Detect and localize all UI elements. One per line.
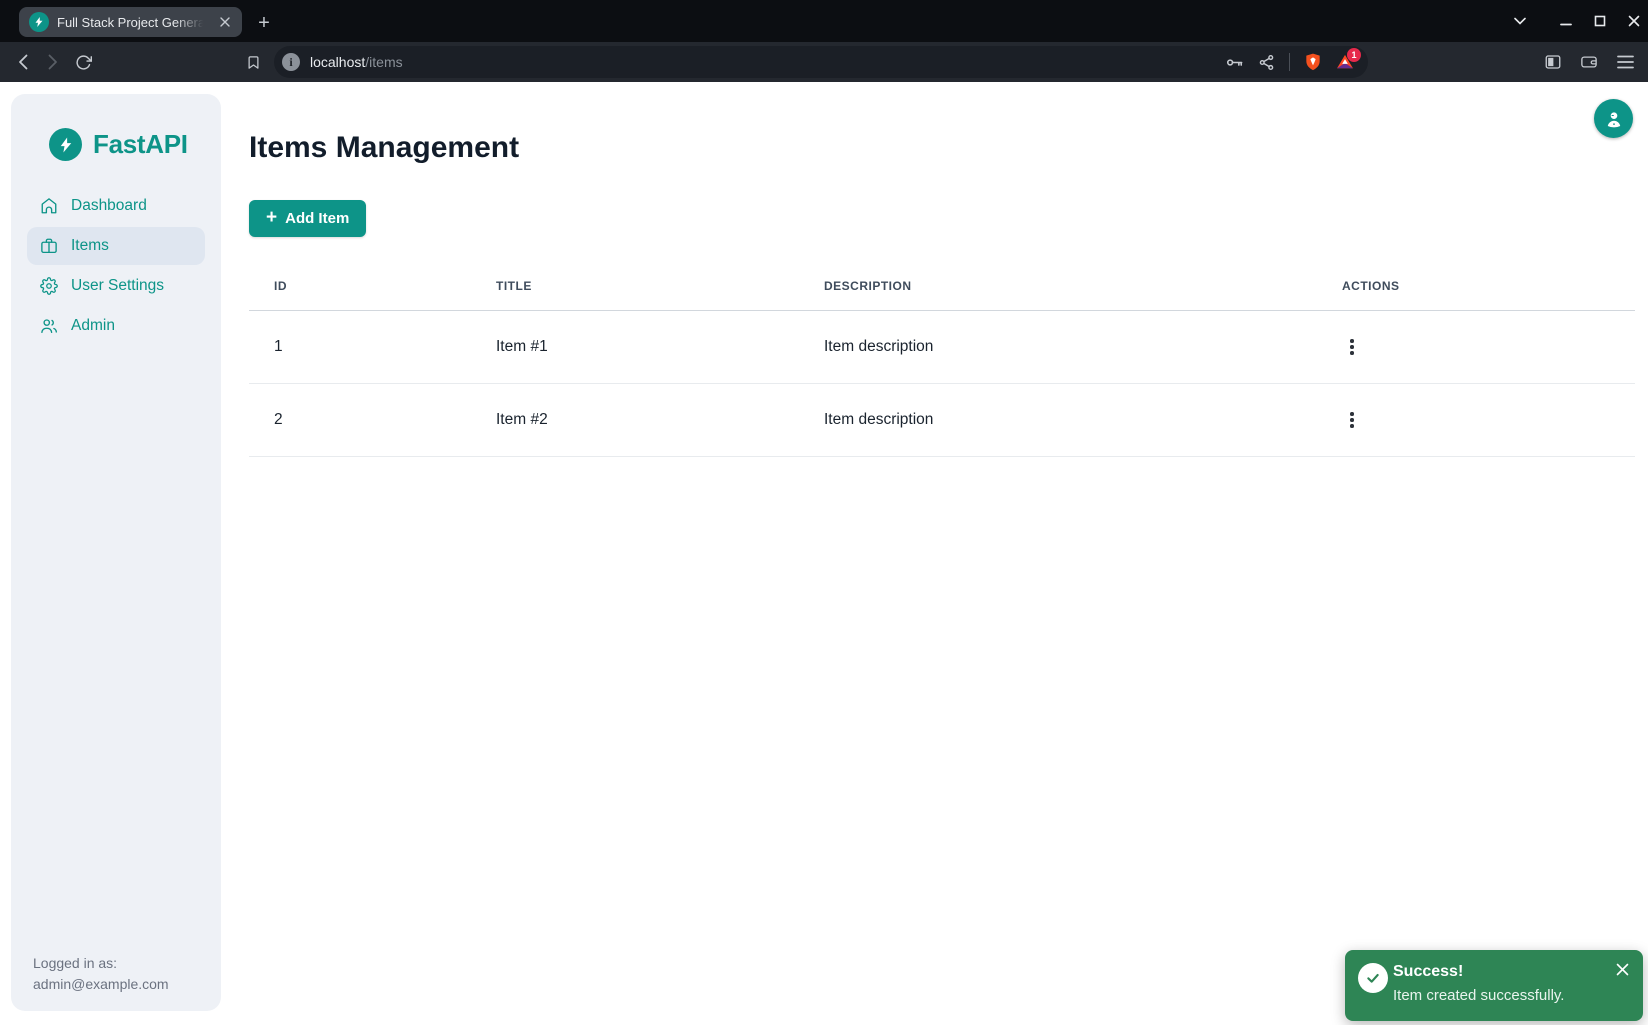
rewards-badge: 1 <box>1347 48 1361 62</box>
check-circle-icon <box>1358 963 1388 993</box>
tab-title: Full Stack Project Genera <box>57 15 208 30</box>
add-item-button[interactable]: + Add Item <box>249 200 366 237</box>
site-info-icon[interactable]: i <box>282 53 300 71</box>
sidebar-nav: Dashboard Items User Settings Admin <box>27 187 205 345</box>
divider <box>1289 53 1290 71</box>
brand-logo: FastAPI <box>49 128 221 161</box>
page-title: Items Management <box>249 130 1635 166</box>
tab-close-icon[interactable] <box>216 13 234 31</box>
briefcase-icon <box>40 237 58 255</box>
url-host: localhost <box>310 54 365 70</box>
password-key-icon[interactable] <box>1221 49 1247 75</box>
home-icon <box>40 197 58 215</box>
toast-message: Item created successfully. <box>1393 987 1564 1004</box>
sidebar-item-label: Admin <box>71 317 115 335</box>
reload-icon[interactable] <box>68 47 98 77</box>
browser-tab-bar: Full Stack Project Genera + <box>0 0 1648 42</box>
fastapi-logo-icon <box>49 128 82 161</box>
cell-title: Item #1 <box>471 338 799 356</box>
cell-title: Item #2 <box>471 411 799 429</box>
row-actions-kebab-icon[interactable] <box>1342 333 1362 361</box>
menu-hamburger-icon[interactable] <box>1610 47 1640 77</box>
tab-search-chevron-icon[interactable] <box>1513 15 1526 28</box>
close-window-icon[interactable] <box>1627 15 1640 28</box>
success-toast: Success! Item created successfully. <box>1345 950 1643 1021</box>
cell-actions <box>1317 333 1635 361</box>
cell-id: 2 <box>249 411 471 429</box>
sidebar-item-items[interactable]: Items <box>27 227 205 265</box>
sidebar-panel-icon[interactable] <box>1538 47 1568 77</box>
wallet-icon[interactable] <box>1574 47 1604 77</box>
add-item-label: Add Item <box>285 210 349 227</box>
browser-toolbar: i localhost/items 1 <box>0 42 1648 82</box>
cell-actions <box>1317 406 1635 434</box>
url-path: /items <box>365 54 402 70</box>
maximize-icon[interactable] <box>1593 15 1606 28</box>
cell-description: Item description <box>799 411 1317 429</box>
brand-name: FastAPI <box>93 129 188 160</box>
toolbar-right-icons <box>1538 47 1640 77</box>
page-content: FastAPI Dashboard Items User Settings Ad… <box>0 82 1648 1025</box>
user-avatar-button[interactable] <box>1594 99 1633 138</box>
table-row: 1 Item #1 Item description <box>249 311 1635 384</box>
column-header-id: ID <box>249 279 471 293</box>
sidebar-item-label: Dashboard <box>71 197 147 215</box>
browser-tab[interactable]: Full Stack Project Genera <box>19 7 242 37</box>
sidebar-item-label: Items <box>71 237 109 255</box>
table-header: ID TITLE DESCRIPTION ACTIONS <box>249 262 1635 311</box>
column-header-description: DESCRIPTION <box>799 279 1317 293</box>
sidebar-item-label: User Settings <box>71 277 164 295</box>
app-sidebar: FastAPI Dashboard Items User Settings Ad… <box>11 94 221 1011</box>
sidebar-item-user-settings[interactable]: User Settings <box>27 267 205 305</box>
logged-in-label: Logged in as: <box>33 953 169 974</box>
sidebar-item-dashboard[interactable]: Dashboard <box>27 187 205 225</box>
sidebar-item-admin[interactable]: Admin <box>27 307 205 345</box>
toast-title: Success! <box>1393 963 1463 981</box>
brave-rewards-icon[interactable]: 1 <box>1332 49 1358 75</box>
url-text: localhost/items <box>310 54 403 70</box>
brave-shields-icon[interactable] <box>1300 49 1326 75</box>
toast-close-icon[interactable] <box>1611 958 1633 980</box>
person-icon <box>1603 108 1625 130</box>
plus-icon: + <box>266 208 277 227</box>
column-header-actions: ACTIONS <box>1317 279 1635 293</box>
forward-icon[interactable] <box>38 47 68 77</box>
logged-in-email: admin@example.com <box>33 974 169 995</box>
address-bar-icons: 1 <box>1221 49 1358 75</box>
fastapi-favicon-icon <box>29 12 49 32</box>
minimize-icon[interactable] <box>1559 15 1572 28</box>
column-header-title: TITLE <box>471 279 799 293</box>
new-tab-button[interactable]: + <box>252 11 276 35</box>
share-icon[interactable] <box>1253 49 1279 75</box>
bookmark-icon[interactable] <box>238 47 268 77</box>
row-actions-kebab-icon[interactable] <box>1342 406 1362 434</box>
main-content: Items Management + Add Item ID TITLE DES… <box>221 82 1648 1025</box>
address-bar[interactable]: i localhost/items 1 <box>274 46 1368 78</box>
table-row: 2 Item #2 Item description <box>249 384 1635 457</box>
back-icon[interactable] <box>8 47 38 77</box>
window-controls <box>1513 0 1640 42</box>
cell-description: Item description <box>799 338 1317 356</box>
logged-in-info: Logged in as: admin@example.com <box>33 953 169 995</box>
gear-icon <box>40 277 58 295</box>
users-icon <box>40 317 58 335</box>
items-table: ID TITLE DESCRIPTION ACTIONS 1 Item #1 I… <box>249 262 1635 457</box>
cell-id: 1 <box>249 338 471 356</box>
